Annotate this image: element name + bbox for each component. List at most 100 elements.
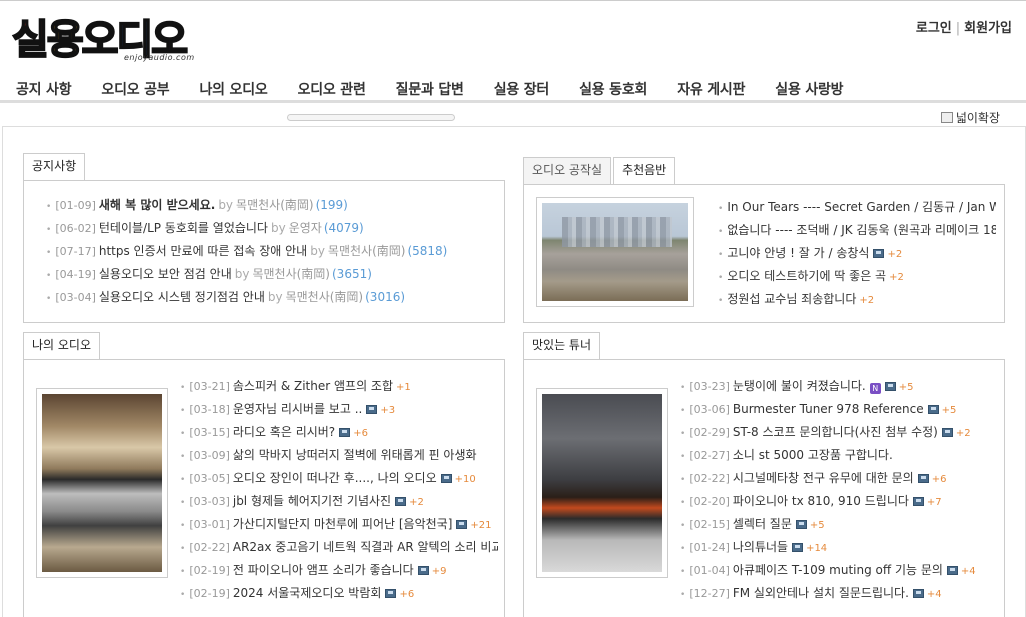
signup-link[interactable]: 회원가입 bbox=[964, 21, 1012, 36]
list-item[interactable]: • [02-29] ST-8 스코프 문의합니다(사진 첨부 수정) +2 bbox=[680, 421, 998, 444]
comment-count: +6 bbox=[353, 428, 368, 439]
post-title[interactable]: 정원섭 교수님 죄송합니다 bbox=[727, 292, 856, 306]
nav-item[interactable]: 나의 오디오 bbox=[199, 79, 267, 99]
post-title[interactable]: 2024 서울국제오디오 박람회 bbox=[233, 586, 382, 600]
nav-item[interactable]: 오디오 관련 bbox=[298, 79, 366, 99]
post-title[interactable]: 실용오디오 보안 점검 안내 bbox=[99, 267, 232, 281]
post-title[interactable]: 솜스피커 & Zither 앰프의 조합 bbox=[233, 379, 393, 393]
list-item[interactable]: • [03-01] 가산디지털단지 마천루에 피어난 [음악천국] +21 bbox=[180, 513, 498, 536]
comment-count: +1 bbox=[396, 382, 411, 393]
bullet: • bbox=[680, 406, 686, 416]
post-title[interactable]: 삶의 막바지 낭떠러지 절벽에 위태롭게 핀 아생화 bbox=[233, 448, 477, 462]
list-item[interactable]: • [01-24] 나의튜너들 +14 bbox=[680, 536, 998, 559]
tab-tuner[interactable]: 맛있는 튜너 bbox=[523, 332, 601, 360]
bullet: • bbox=[180, 429, 186, 439]
post-title[interactable]: 가산디지털단지 마천루에 피어난 [음악천국] bbox=[233, 517, 453, 531]
post-title[interactable]: jbl 형제들 헤어지기전 기념사진 bbox=[233, 494, 391, 508]
list-item[interactable]: • [03-21] 솜스피커 & Zither 앰프의 조합 +1 bbox=[180, 375, 498, 398]
list-item[interactable]: • [02-19] 전 파이오니아 앰프 소리가 좋습니다 +9 bbox=[180, 559, 498, 582]
nav-item[interactable]: 공지 사항 bbox=[16, 79, 72, 99]
post-title[interactable]: AR2ax 중고음기 네트웍 직결과 AR 알텍의 소리 비교 bbox=[233, 540, 498, 554]
post-title[interactable]: 오디오 장인이 떠나간 후...., 나의 오디오 bbox=[233, 471, 437, 485]
list-item[interactable]: • [03-06] Burmester Tuner 978 Reference +5 bbox=[680, 398, 998, 421]
post-title[interactable]: 없습니다 ---- 조덕배 / JK 김동욱 (원곡과 리메이크 18) bbox=[727, 223, 996, 237]
post-title[interactable]: 눈탱이에 불이 켜졌습니다. bbox=[733, 379, 866, 393]
image-icon bbox=[873, 249, 885, 258]
post-title[interactable]: In Our Tears ---- Secret Garden / 김동규 / … bbox=[727, 200, 996, 214]
list-item[interactable]: • [03-04] 실용오디오 시스템 정기점검 안내 by 목맨천사(南岡) (3016… bbox=[46, 286, 496, 309]
list-item[interactable]: • [02-19] 2024 서울국제오디오 박람회 +6 bbox=[180, 582, 498, 605]
tab-notice[interactable]: 공지사항 bbox=[23, 153, 86, 181]
list-item[interactable]: • [03-23] 눈탱이에 불이 켜졌습니다. N +5 bbox=[680, 375, 998, 398]
post-title[interactable]: 시그널메타창 전구 유무에 대한 문의 bbox=[733, 471, 914, 485]
nav-item[interactable]: 실용 동호회 bbox=[579, 79, 647, 99]
post-title[interactable]: 셀렉터 질문 bbox=[733, 517, 792, 531]
list-item[interactable]: • 오디오 테스트하기에 딱 좋은 곡 +2 bbox=[718, 265, 996, 288]
list-item[interactable]: • [03-05] 오디오 장인이 떠나간 후...., 나의 오디오 +10 bbox=[180, 467, 498, 490]
image-icon bbox=[912, 589, 924, 598]
post-author[interactable]: 목맨천사(南岡) bbox=[328, 244, 406, 258]
post-title[interactable]: 턴테이블/LP 동호회를 열었습니다 bbox=[99, 221, 268, 235]
list-item[interactable]: • [03-03] jbl 형제들 헤어지기전 기념사진 +2 bbox=[180, 490, 498, 513]
recommend-thumbnail[interactable] bbox=[536, 197, 694, 307]
list-item[interactable]: • [06-02] 턴테이블/LP 동호회를 열었습니다 by 운영자 (4079) bbox=[46, 217, 496, 240]
list-item[interactable]: • [03-18] 운영자님 리시버를 보고 .. +3 bbox=[180, 398, 498, 421]
my-audio-thumbnail[interactable] bbox=[36, 388, 168, 578]
nav-item[interactable]: 오디오 공부 bbox=[101, 79, 169, 99]
tab-recommended-albums[interactable]: 추천음반 bbox=[613, 157, 676, 185]
list-item[interactable]: • [12-27] FM 실외안테나 설치 질문드립니다. +4 bbox=[680, 582, 998, 605]
list-item[interactable]: • [03-15] 라디오 혹은 리시버? +6 bbox=[180, 421, 498, 444]
post-title[interactable]: 라디오 혹은 리시버? bbox=[233, 425, 335, 439]
list-item[interactable]: • 정원섭 교수님 죄송합니다 +2 bbox=[718, 288, 996, 311]
post-author[interactable]: 목맨천사(南岡) bbox=[236, 198, 314, 212]
post-title[interactable]: 소니 st 5000 고장품 구합니다. bbox=[733, 448, 893, 462]
post-title[interactable]: 전 파이오니아 앰프 소리가 좋습니다 bbox=[233, 563, 414, 577]
post-title[interactable]: 아큐페이즈 T-109 muting off 기능 문의 bbox=[733, 563, 943, 577]
list-item[interactable]: • [02-22] 시그널메타창 전구 유무에 대한 문의 +6 bbox=[680, 467, 998, 490]
list-item[interactable]: • [02-15] 셀렉터 질문 +5 bbox=[680, 513, 998, 536]
post-date: [03-21] bbox=[189, 380, 230, 393]
comment-count: +3 bbox=[380, 405, 396, 416]
logo-subtitle: enjoyaudio.com bbox=[124, 53, 195, 62]
list-item[interactable]: • [02-27] 소니 st 5000 고장품 구합니다. bbox=[680, 444, 998, 467]
list-item[interactable]: • [07-17] https 인증서 만료에 따른 접속 장애 안내 by 목맨천사(… bbox=[46, 240, 496, 263]
list-item[interactable]: • 고니야 안녕 ! 잘 가 / 송창식 +2 bbox=[718, 242, 996, 265]
my-audio-box: 나의 오디오 • [03-21] 솜스피커 & Zither 앰프의 조합 +1 • [0… bbox=[23, 332, 505, 617]
post-author[interactable]: 목맨천사(南岡) bbox=[252, 267, 330, 281]
list-item[interactable]: • [01-09] 새해 복 많이 받으세요. by 목맨천사(南岡) (199) bbox=[46, 194, 496, 217]
tuner-thumbnail[interactable] bbox=[536, 388, 668, 578]
list-item[interactable]: • [02-22] AR2ax 중고음기 네트웍 직결과 AR 알텍의 소리 비교 bbox=[180, 536, 498, 559]
list-item[interactable]: • [01-04] 아큐페이즈 T-109 muting off 기능 문의 +4 bbox=[680, 559, 998, 582]
horizontal-scrollbar[interactable] bbox=[287, 114, 455, 121]
post-title[interactable]: 오디오 테스트하기에 딱 좋은 곡 bbox=[727, 269, 886, 283]
by-label: by bbox=[310, 244, 325, 258]
list-item[interactable]: • In Our Tears ---- Secret Garden / 김동규 /… bbox=[718, 196, 996, 219]
post-title[interactable]: ST-8 스코프 문의합니다(사진 첨부 수정) bbox=[733, 425, 938, 439]
nav-item[interactable]: 자유 게시판 bbox=[677, 79, 745, 99]
tab-audio-workshop[interactable]: 오디오 공작실 bbox=[523, 157, 612, 184]
post-title[interactable]: 운영자님 리시버를 보고 .. bbox=[233, 402, 362, 416]
post-title[interactable]: 파이오니아 tx 810, 910 드립니다 bbox=[733, 494, 909, 508]
post-title[interactable]: 나의튜너들 bbox=[733, 540, 788, 554]
post-title[interactable]: 실용오디오 시스템 정기점검 안내 bbox=[99, 290, 265, 304]
tab-my-audio[interactable]: 나의 오디오 bbox=[23, 332, 101, 360]
bullet: • bbox=[680, 429, 686, 439]
list-item[interactable]: • [04-19] 실용오디오 보안 점검 안내 by 목맨천사(南岡) (3651) bbox=[46, 263, 496, 286]
post-title[interactable]: Burmester Tuner 978 Reference bbox=[733, 402, 924, 416]
list-item[interactable]: • [03-09] 삶의 막바지 낭떠러지 절벽에 위태롭게 핀 아생화 bbox=[180, 444, 498, 467]
nav-item[interactable]: 질문과 답변 bbox=[396, 79, 464, 99]
post-author[interactable]: 목맨천사(南岡) bbox=[286, 290, 364, 304]
login-link[interactable]: 로그인 bbox=[916, 21, 952, 36]
post-title[interactable]: 고니야 안녕 ! 잘 가 / 송창식 bbox=[727, 246, 869, 260]
site-logo[interactable]: 실용오디오 enjoyaudio.com bbox=[11, 7, 202, 69]
nav-item[interactable]: 실용 사랑방 bbox=[775, 79, 843, 99]
bullet: • bbox=[680, 544, 686, 554]
post-title[interactable]: 새해 복 많이 받으세요. bbox=[99, 198, 215, 212]
post-title[interactable]: FM 실외안테나 설치 질문드립니다. bbox=[733, 586, 909, 600]
list-item[interactable]: • 없습니다 ---- 조덕배 / JK 김동욱 (원곡과 리메이크 18) bbox=[718, 219, 996, 242]
wide-toggle-button[interactable]: 넓이확장 bbox=[940, 109, 1000, 126]
list-item[interactable]: • [02-20] 파이오니아 tx 810, 910 드립니다 +7 bbox=[680, 490, 998, 513]
nav-item[interactable]: 실용 장터 bbox=[494, 79, 550, 99]
post-author[interactable]: 운영자 bbox=[289, 221, 322, 235]
post-title[interactable]: https 인증서 만료에 따른 접속 장애 안내 bbox=[99, 244, 307, 258]
